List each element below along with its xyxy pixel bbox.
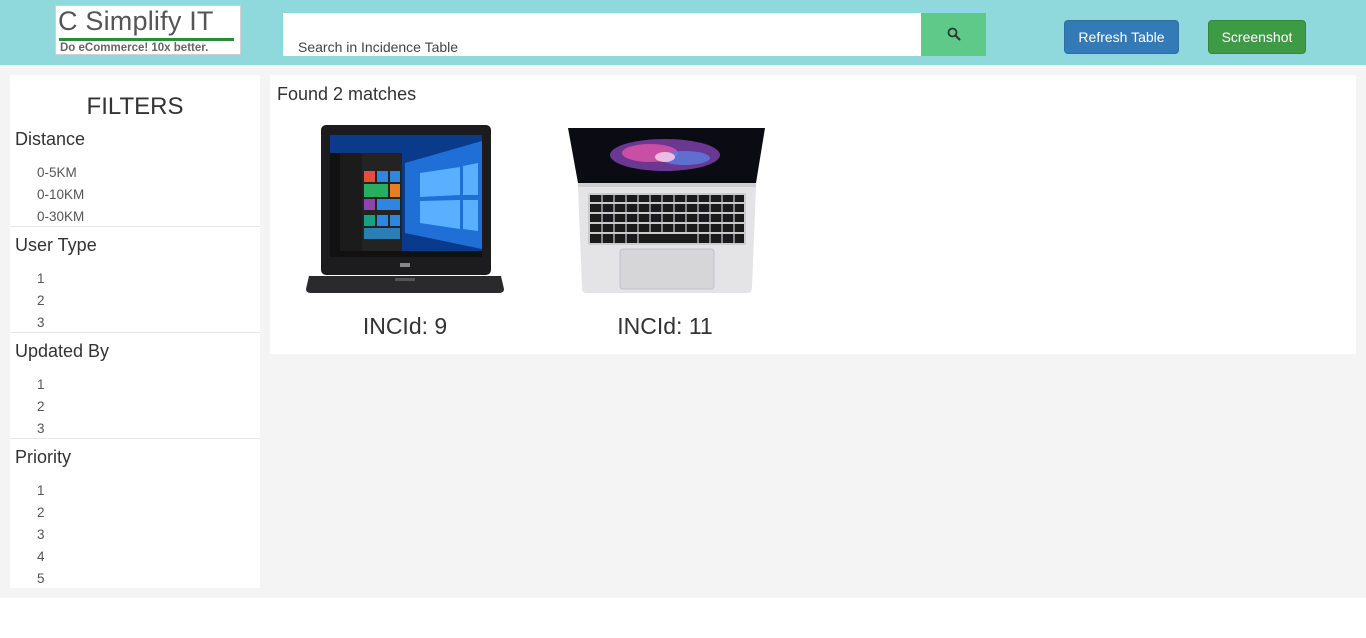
- incident-id-label: INCId: 9: [362, 313, 448, 339]
- logo-tagline: Do eCommerce! 10x better.: [60, 42, 209, 54]
- filter-option[interactable]: 3: [37, 315, 45, 330]
- company-logo[interactable]: C Simplify IT Do eCommerce! 10x better.: [55, 5, 241, 55]
- refresh-table-button[interactable]: Refresh Table: [1064, 20, 1179, 54]
- filter-heading: Priority: [15, 447, 72, 467]
- filter-option[interactable]: 2: [37, 293, 45, 308]
- filter-option[interactable]: 4: [37, 549, 45, 564]
- search-box: [283, 13, 921, 56]
- search-input[interactable]: [283, 13, 921, 56]
- filter-divider: [10, 438, 260, 439]
- filter-divider: [10, 332, 260, 333]
- filter-option[interactable]: 2: [37, 505, 45, 520]
- incident-card[interactable]: INCId: 11: [560, 123, 770, 353]
- page-footer-space: [0, 598, 1366, 638]
- filter-option[interactable]: 1: [37, 483, 45, 498]
- search-button[interactable]: [921, 13, 986, 56]
- incident-card[interactable]: INCId: 9: [300, 123, 510, 353]
- top-header: C Simplify IT Do eCommerce! 10x better. …: [0, 0, 1366, 65]
- filter-option[interactable]: 5: [37, 571, 45, 586]
- logo-title: C Simplify IT: [58, 6, 214, 36]
- filter-option[interactable]: 3: [37, 421, 45, 436]
- filter-option[interactable]: 0-30KM: [37, 209, 84, 224]
- filter-heading: Distance: [15, 129, 86, 149]
- results-panel: Found 2 matches INCId: 9 INCId: 11: [270, 75, 1356, 354]
- search-icon: [947, 27, 961, 41]
- filter-option[interactable]: 3: [37, 527, 45, 542]
- dell-laptop-image: [306, 125, 504, 293]
- logo-underline: [59, 38, 234, 41]
- filter-option[interactable]: 2: [37, 399, 45, 414]
- filter-option[interactable]: 1: [37, 271, 45, 286]
- results-summary: Found 2 matches: [277, 84, 417, 104]
- macbook-laptop-image: [568, 128, 765, 293]
- filter-option[interactable]: 0-10KM: [37, 187, 84, 202]
- filter-divider: [10, 226, 260, 227]
- filter-heading: Updated By: [15, 341, 110, 361]
- filter-option[interactable]: 1: [37, 377, 45, 392]
- filter-option[interactable]: 0-5KM: [37, 165, 77, 180]
- filter-heading: User Type: [15, 235, 97, 255]
- screenshot-button[interactable]: Screenshot: [1208, 20, 1306, 54]
- incident-id-label: INCId: 11: [617, 313, 713, 339]
- filters-sidebar: FILTERS Distance 0-5KM 0-10KM 0-30KM Use…: [10, 75, 260, 588]
- filters-title: FILTERS: [86, 93, 184, 120]
